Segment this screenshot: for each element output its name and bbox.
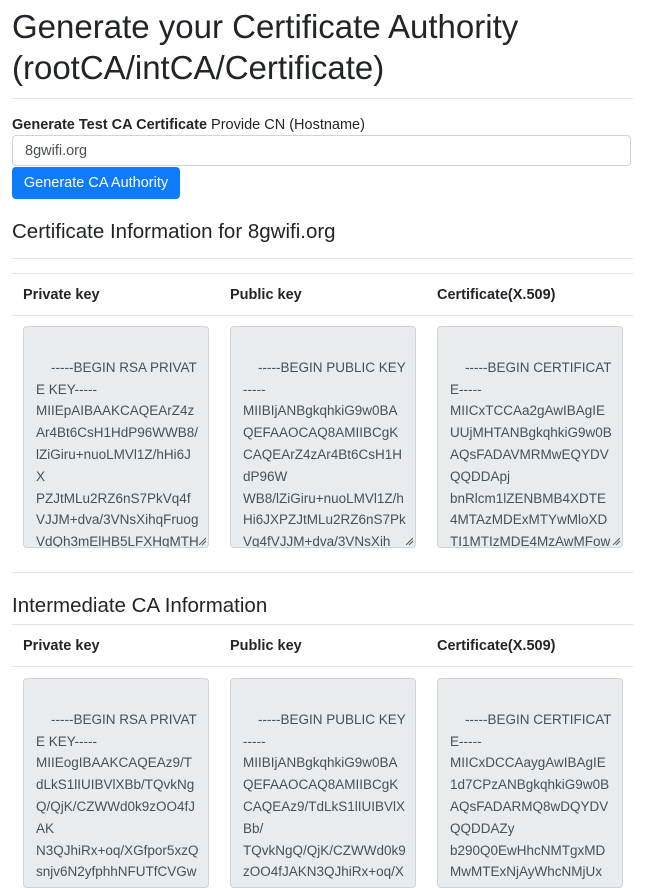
table-header-border [12, 315, 633, 316]
divider [12, 98, 633, 99]
col-private-key: Private key [23, 287, 100, 303]
divider [12, 258, 633, 259]
cert-public-key-textarea[interactable]: -----BEGIN PUBLIC KEY----- MIIBIjANBgkqh… [230, 326, 416, 548]
col-private-key: Private key [23, 638, 100, 654]
int-section-heading: Intermediate CA Information [12, 594, 268, 617]
generate-ca-button[interactable]: Generate CA Authority [12, 167, 180, 199]
table-top-border [12, 273, 633, 274]
int-private-key-text: -----BEGIN RSA PRIVATE KEY----- MIIEogIB… [36, 711, 199, 887]
col-certificate: Certificate(X.509) [437, 638, 556, 654]
cert-private-key-textarea[interactable]: -----BEGIN RSA PRIVATE KEY----- MIIEpAIB… [23, 326, 209, 548]
cert-section-heading: Certificate Information for 8gwifi.org [12, 220, 336, 243]
int-public-key-textarea[interactable]: -----BEGIN PUBLIC KEY----- MIIBIjANBgkqh… [230, 678, 416, 888]
table-top-border [12, 624, 633, 625]
int-certificate-text: -----BEGIN CERTIFICATE----- MIICxDCCAayg… [450, 711, 612, 887]
cert-public-key-text: -----BEGIN PUBLIC KEY----- MIIBIjANBgkqh… [243, 359, 406, 548]
resize-handle-icon[interactable] [405, 537, 413, 545]
col-certificate: Certificate(X.509) [437, 287, 556, 303]
divider [12, 572, 633, 573]
cert-certificate-textarea[interactable]: -----BEGIN CERTIFICATE----- MIICxTCCAa2g… [437, 326, 623, 548]
cn-label: Generate Test CA Certificate Provide CN … [12, 116, 365, 134]
cn-label-bold: Generate Test CA Certificate [12, 117, 208, 133]
col-public-key: Public key [230, 638, 302, 654]
col-public-key: Public key [230, 287, 302, 303]
cert-certificate-text: -----BEGIN CERTIFICATE----- MIICxTCCAa2g… [450, 359, 612, 548]
table-header-border [12, 666, 633, 667]
cn-label-text: Provide CN (Hostname) [207, 117, 365, 133]
int-private-key-textarea[interactable]: -----BEGIN RSA PRIVATE KEY----- MIIEogIB… [23, 678, 209, 888]
resize-handle-icon[interactable] [198, 537, 206, 545]
int-public-key-text: -----BEGIN PUBLIC KEY----- MIIBIjANBgkqh… [243, 711, 406, 887]
page-title: Generate your Certificate Authority (roo… [12, 8, 519, 86]
resize-handle-icon[interactable] [612, 537, 620, 545]
cn-input[interactable]: 8gwifi.org [12, 135, 631, 166]
cert-private-key-text: -----BEGIN RSA PRIVATE KEY----- MIIEpAIB… [36, 359, 199, 548]
int-certificate-textarea[interactable]: -----BEGIN CERTIFICATE----- MIICxDCCAayg… [437, 678, 623, 888]
